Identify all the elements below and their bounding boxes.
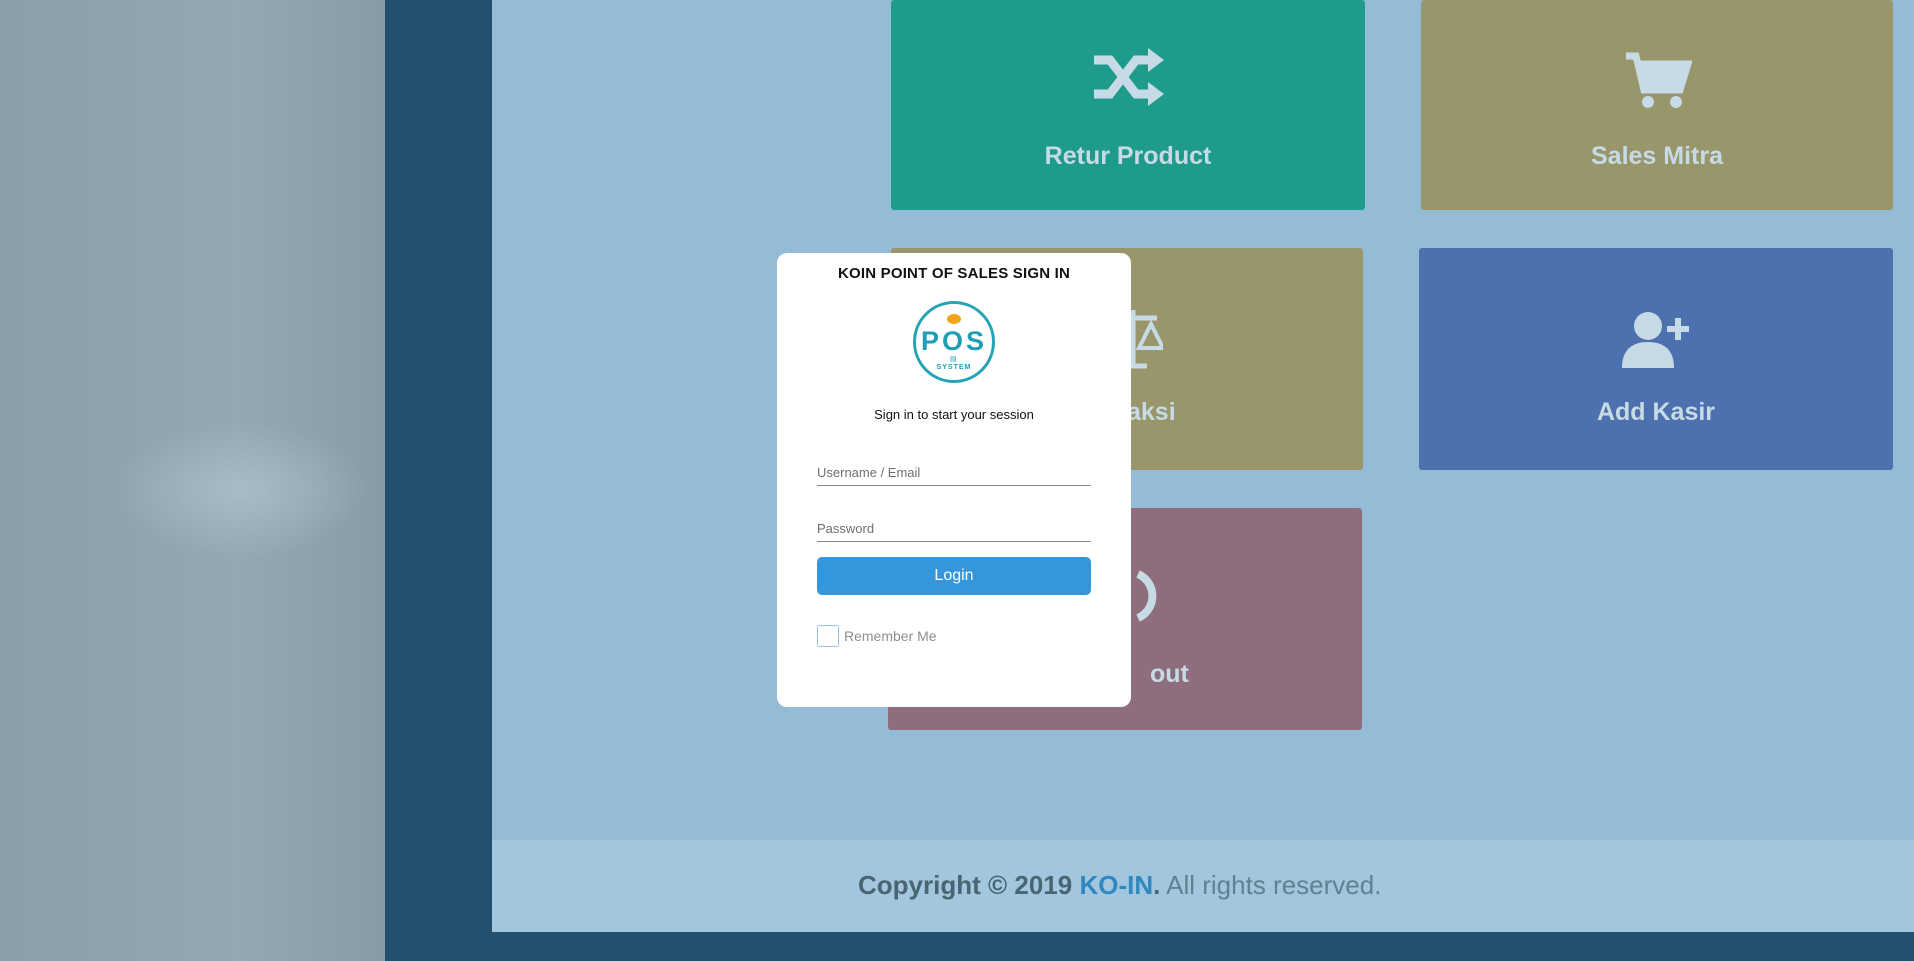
- login-subtitle: Sign in to start your session: [874, 407, 1034, 422]
- shuffle-icon: [1094, 48, 1164, 106]
- brand-link: KO-IN: [1079, 870, 1154, 900]
- logo-badge-icon: [947, 314, 961, 324]
- copyright-text: Copyright © 2019: [858, 870, 1080, 900]
- tile-label: Retur Product: [1044, 142, 1212, 170]
- cart-icon: [1626, 52, 1692, 108]
- remember-me-checkbox[interactable]: [817, 625, 839, 647]
- login-title: KOIN POINT OF SALES SIGN IN: [837, 265, 1071, 282]
- footer-copyright: Copyright © 2019 KO-IN. All rights reser…: [858, 870, 1381, 901]
- background-blur-left: [0, 0, 400, 961]
- tile-add-kasir: Add Kasir: [1419, 248, 1893, 470]
- user-plus-icon: [1622, 312, 1689, 368]
- pos-logo: POS ▤ SYSTEM: [913, 301, 995, 383]
- tile-label: Add Kasir: [1596, 398, 1716, 426]
- login-card: KOIN POINT OF SALES SIGN IN POS ▤ SYSTEM…: [777, 253, 1131, 707]
- password-input[interactable]: [817, 515, 1091, 542]
- login-button[interactable]: Login: [817, 557, 1091, 595]
- power-icon: [1136, 570, 1157, 622]
- remember-me-label[interactable]: Remember Me: [844, 628, 937, 644]
- tile-label: aksi: [1127, 398, 1176, 426]
- logo-cart-icon: ▤: [950, 356, 957, 363]
- tile-label: Sales Mitra: [1590, 142, 1723, 170]
- logo-subtext: SYSTEM: [936, 364, 972, 371]
- logo-text: POS: [920, 326, 988, 356]
- tile-label: out: [1150, 660, 1189, 688]
- rights-text: All rights reserved.: [1160, 870, 1382, 900]
- remember-me[interactable]: Remember Me: [817, 625, 937, 647]
- tile-sales-mitra: Sales Mitra: [1421, 0, 1893, 210]
- tile-retur-product: Retur Product: [891, 0, 1365, 210]
- username-input[interactable]: [817, 459, 1091, 486]
